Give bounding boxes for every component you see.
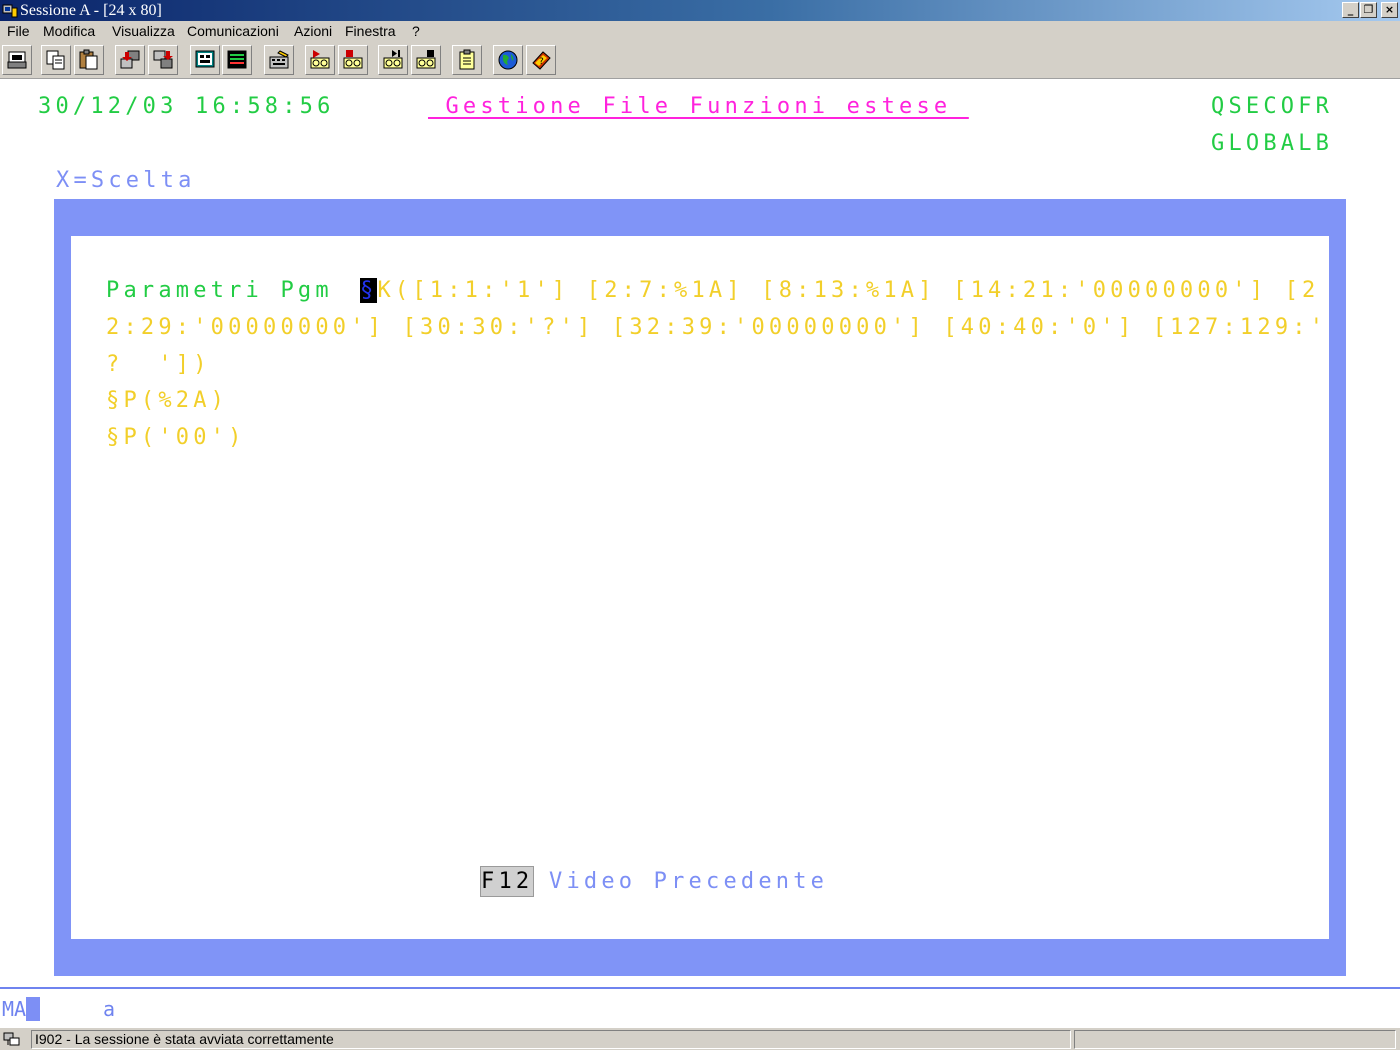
datetime: 30/12/03 16:58:56 [38, 94, 335, 119]
f12-key-label: F12 [480, 866, 535, 897]
play-macro-button[interactable] [378, 45, 408, 75]
svg-text:?: ? [539, 57, 544, 67]
copy-icon [46, 50, 65, 70]
menu-finestra[interactable]: Finestra [345, 23, 396, 40]
send-file-button[interactable] [115, 45, 145, 75]
stop-macro-icon [343, 50, 363, 69]
edit-keyboard-icon [269, 50, 289, 69]
menu-help[interactable]: ? [412, 23, 420, 40]
param-input-line-2[interactable]: 2:29:'00000000'] [30:30:'?'] [32:39:'000… [106, 315, 1327, 341]
receive-file-button[interactable] [148, 45, 178, 75]
play-macro-icon [383, 50, 403, 69]
status-bar: I902 - La sessione è stata avviata corre… [0, 1027, 1400, 1050]
paste-icon [79, 49, 98, 70]
menu-comunicazioni[interactable]: Comunicazioni [187, 23, 279, 40]
status-message: I902 - La sessione è stata avviata corre… [31, 1030, 1071, 1049]
paste-button[interactable] [74, 45, 104, 75]
user-name: QSECOFR [1211, 94, 1334, 119]
oia-mode-text: MA [2, 997, 27, 1021]
minimize-button[interactable]: _ [1342, 2, 1359, 18]
param-label: Parametri Pgm [106, 278, 333, 303]
menu-visualizza[interactable]: Visualizza [112, 23, 175, 40]
receive-icon [153, 50, 173, 69]
title-bar[interactable]: Sessione A - [24 x 80] _ ❐ × [0, 0, 1400, 21]
keyboard-setup-button[interactable] [264, 45, 294, 75]
param-input-line-1[interactable]: §K([1:1:'1'] [2:7:%1A] [8:13:%1A] [14:21… [360, 278, 1320, 304]
record-macro-icon [310, 50, 330, 69]
menu-bar: File Modifica Visualizza Comunicazioni A… [0, 21, 1400, 41]
operator-info-area: MA a [0, 989, 1400, 1027]
status-right-panel [1074, 1030, 1396, 1049]
window-frame: Parametri Pgm §K([1:1:'1'] [2:7:%1A] [8:… [54, 199, 1346, 976]
oia-mode-highlight [26, 997, 41, 1021]
connection-icon [3, 1032, 20, 1046]
copy-button[interactable] [41, 45, 71, 75]
terminal-screen[interactable]: 30/12/03 16:58:56 Gestione File Funzioni… [0, 79, 1400, 987]
window-content: Parametri Pgm §K([1:1:'1'] [2:7:%1A] [8:… [71, 236, 1329, 939]
clipboard-icon [459, 49, 475, 70]
macro-options-button[interactable] [411, 45, 441, 75]
color-map-button[interactable] [222, 45, 252, 75]
f12-description: Video Precedente [549, 869, 829, 894]
help-book-icon: ? [532, 51, 551, 70]
menu-file[interactable]: File [7, 23, 30, 40]
web-globe-icon [498, 50, 518, 70]
stop-macro-button[interactable] [338, 45, 368, 75]
menu-modifica[interactable]: Modifica [43, 23, 95, 40]
param-input-line-3[interactable]: ? ']) [106, 352, 211, 378]
help-button[interactable]: ? [526, 45, 556, 75]
oia-indicator: a [103, 997, 116, 1021]
param-text-1: K([1:1:'1'] [2:7:%1A] [8:13:%1A] [14:21:… [377, 278, 1320, 303]
print-screen-icon [7, 51, 27, 69]
window-title: Sessione A - [24 x 80] [20, 2, 162, 19]
send-icon [120, 50, 140, 69]
text-cursor: § [360, 278, 378, 303]
menu-azioni[interactable]: Azioni [294, 23, 332, 40]
toolbar: ? [0, 41, 1400, 79]
session-app-icon [2, 4, 18, 18]
oia-mode: MA [2, 997, 41, 1021]
restore-button[interactable]: ❐ [1360, 2, 1377, 18]
record-macro-button[interactable] [305, 45, 335, 75]
print-screen-button[interactable] [2, 45, 32, 75]
screen-title: Gestione File Funzioni estese [428, 94, 969, 119]
system-name: GLOBALB [1211, 131, 1334, 156]
close-button[interactable]: × [1381, 2, 1398, 18]
option-hint: X=Scelta [56, 168, 196, 193]
color-map-icon [227, 50, 247, 69]
display-setup-button[interactable] [190, 45, 220, 75]
f12-key[interactable]: F12 [480, 866, 535, 897]
web-button[interactable] [493, 45, 523, 75]
clipboard-button[interactable] [452, 45, 482, 75]
display-options-icon [195, 50, 215, 68]
param-input-line-5[interactable]: §P('00') [106, 425, 246, 451]
macro-save-icon [416, 50, 436, 69]
param-input-line-4[interactable]: §P(%2A) [106, 388, 228, 414]
